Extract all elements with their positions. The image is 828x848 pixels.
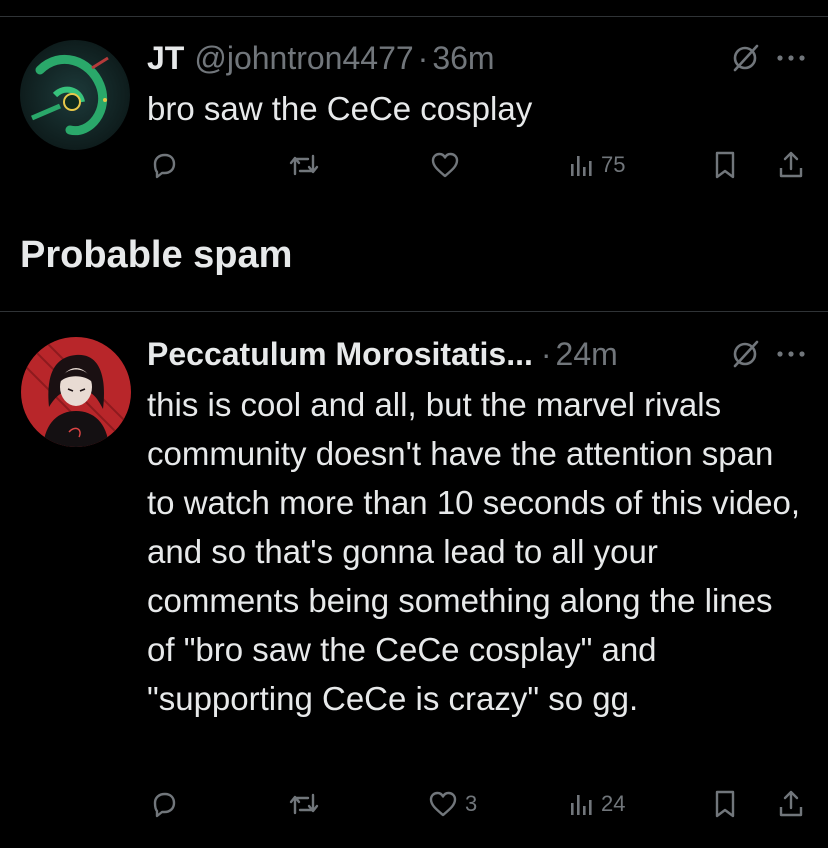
- views-chart-icon: [571, 795, 592, 815]
- bookmark-button[interactable]: [712, 145, 738, 185]
- timestamp[interactable]: 36m: [432, 40, 494, 77]
- timestamp[interactable]: 24m: [556, 336, 618, 373]
- user-handle[interactable]: @johntron4477: [194, 40, 413, 77]
- slash-circle-icon[interactable]: [728, 41, 762, 75]
- views-chart-icon: [571, 156, 592, 176]
- views-button[interactable]: 24: [569, 784, 625, 824]
- avatar-image: [20, 40, 130, 150]
- heart-icon: [429, 791, 457, 817]
- reply-tweet-jt[interactable]: JT @johntron4477 · 36m bro saw the CeCe …: [0, 0, 828, 210]
- like-count: 3: [465, 791, 478, 816]
- avatar[interactable]: [20, 40, 130, 150]
- bookmark-button[interactable]: [712, 784, 738, 824]
- view-count: 24: [601, 791, 626, 816]
- display-name[interactable]: Peccatulum Morositatis...: [147, 336, 533, 373]
- reply-tweet-peccatulum[interactable]: Peccatulum Morositatis... · 24m this is …: [0, 312, 828, 848]
- share-icon: [779, 151, 803, 178]
- like-button[interactable]: 3: [427, 784, 477, 824]
- view-count: 75: [601, 152, 626, 177]
- like-button[interactable]: [429, 145, 467, 185]
- separator-dot: ·: [417, 39, 429, 76]
- section-title: Probable spam: [20, 234, 293, 276]
- tweet-text: bro saw the CeCe cosplay: [147, 90, 533, 127]
- retweet-button[interactable]: [287, 784, 327, 824]
- share-button[interactable]: [777, 145, 805, 185]
- reply-icon: [153, 792, 176, 818]
- reply-button[interactable]: [149, 784, 185, 824]
- bookmark-icon: [715, 790, 735, 818]
- bookmark-icon: [715, 151, 735, 179]
- more-icon[interactable]: [776, 349, 806, 359]
- avatar-image: [21, 337, 131, 447]
- retweet-icon: [289, 793, 319, 815]
- tweet-header: JT @johntron4477 · 36m: [147, 38, 806, 78]
- views-button[interactable]: 75: [569, 145, 625, 185]
- reply-button[interactable]: [149, 145, 185, 185]
- share-button[interactable]: [777, 784, 805, 824]
- separator-dot: ·: [540, 335, 552, 372]
- tweet-header: Peccatulum Morositatis... · 24m: [147, 334, 806, 374]
- share-icon: [779, 790, 803, 817]
- tweet-actions: 75: [147, 145, 812, 185]
- heart-icon: [431, 152, 459, 178]
- retweet-icon: [289, 154, 319, 176]
- retweet-button[interactable]: [287, 145, 327, 185]
- slash-circle-icon[interactable]: [728, 337, 762, 371]
- reply-icon: [153, 153, 176, 179]
- avatar[interactable]: [21, 337, 131, 447]
- tweet-text: this is cool and all, but the marvel riv…: [147, 386, 801, 717]
- display-name[interactable]: JT: [147, 40, 184, 77]
- tweet-actions: 3 24: [147, 784, 812, 824]
- thread-page: JT @johntron4477 · 36m bro saw the CeCe …: [0, 0, 828, 848]
- more-icon[interactable]: [776, 53, 806, 63]
